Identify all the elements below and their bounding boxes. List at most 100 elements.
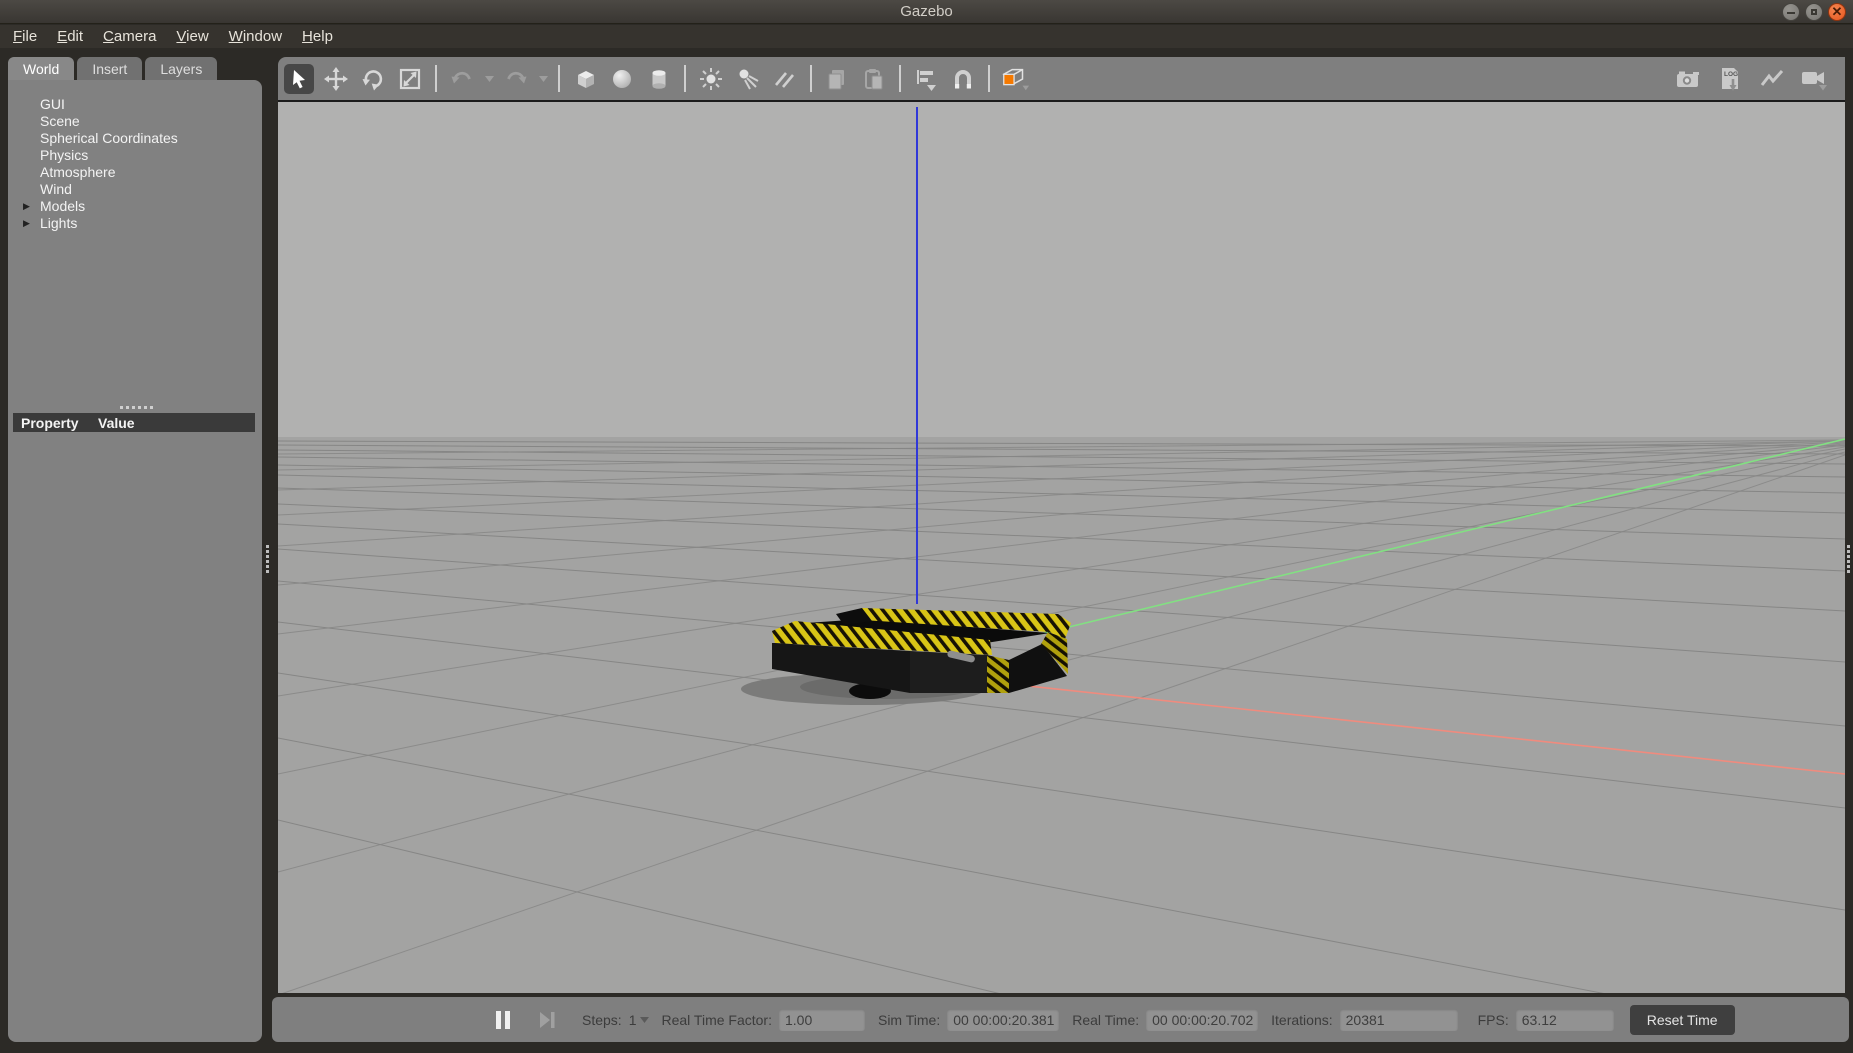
align-icon xyxy=(913,66,939,92)
plot-button[interactable] xyxy=(1757,64,1787,94)
paste-button[interactable] xyxy=(859,64,889,94)
render-canvas[interactable] xyxy=(278,100,1845,993)
insert-directional-light-button[interactable] xyxy=(770,64,800,94)
insert-sphere-button[interactable] xyxy=(607,64,637,94)
insert-spot-light-button[interactable] xyxy=(733,64,763,94)
translate-tool-button[interactable] xyxy=(321,64,351,94)
expand-arrow-icon[interactable]: ▶ xyxy=(23,198,30,215)
record-video-button[interactable] xyxy=(1799,64,1829,94)
iterations-value[interactable]: 20381 xyxy=(1340,1009,1458,1031)
align-button[interactable] xyxy=(911,64,941,94)
camera-icon xyxy=(1674,66,1702,92)
steps-value: 1 xyxy=(629,1012,637,1028)
redo-button[interactable] xyxy=(501,64,531,94)
copy-button[interactable] xyxy=(822,64,852,94)
insert-cylinder-button[interactable] xyxy=(644,64,674,94)
fps-label: FPS: xyxy=(1478,1012,1509,1028)
tree-item-label: Models xyxy=(40,198,85,214)
steps-label: Steps: xyxy=(582,1012,622,1028)
view-angle-button[interactable] xyxy=(1000,64,1030,94)
tab-world[interactable]: World xyxy=(8,57,74,80)
world-tree: GUI Scene Spherical Coordinates Physics … xyxy=(8,80,262,232)
rotate-tool-button[interactable] xyxy=(358,64,388,94)
redo-icon xyxy=(503,66,529,92)
redo-history-button[interactable] xyxy=(538,64,548,94)
tree-item-wind[interactable]: Wind xyxy=(8,181,262,198)
spot-light-icon xyxy=(735,66,761,92)
pause-icon xyxy=(495,1010,511,1030)
chevron-down-icon xyxy=(539,76,548,82)
fps-value[interactable]: 63.12 xyxy=(1516,1009,1614,1031)
undo-button[interactable] xyxy=(447,64,477,94)
menu-view[interactable]: View xyxy=(176,28,208,45)
snap-button[interactable] xyxy=(948,64,978,94)
screenshot-button[interactable] xyxy=(1673,64,1703,94)
minimize-button[interactable] xyxy=(1782,3,1800,21)
undo-history-button[interactable] xyxy=(484,64,494,94)
titlebar: Gazebo ✕ xyxy=(0,0,1853,24)
log-icon-text: LOG xyxy=(1724,71,1738,78)
cylinder-icon xyxy=(646,66,672,92)
sphere-icon xyxy=(609,66,635,92)
select-tool-button[interactable] xyxy=(284,64,314,94)
maximize-button[interactable] xyxy=(1805,3,1823,21)
expand-arrow-icon[interactable]: ▶ xyxy=(23,215,30,232)
tree-item-spherical-coordinates[interactable]: Spherical Coordinates xyxy=(8,130,262,147)
toolbar-separator xyxy=(435,65,437,92)
left-panel: World Insert Layers GUI Scene Spherical … xyxy=(8,57,262,1042)
directional-light-icon xyxy=(772,66,798,92)
iterations-label: Iterations: xyxy=(1271,1012,1332,1028)
menu-camera[interactable]: Camera xyxy=(103,28,156,45)
minimize-icon xyxy=(1787,12,1795,14)
rotate-icon xyxy=(360,66,386,92)
menu-edit[interactable]: Edit xyxy=(57,28,83,45)
panel-tabs: World Insert Layers xyxy=(8,57,262,80)
menu-file[interactable]: File xyxy=(13,28,37,45)
tree-item-scene[interactable]: Scene xyxy=(8,113,262,130)
insert-box-button[interactable] xyxy=(570,64,600,94)
log-file-icon: LOG xyxy=(1716,65,1744,93)
chevron-down-icon xyxy=(640,1017,649,1023)
right-splitter-handle[interactable] xyxy=(1847,545,1850,573)
pause-button[interactable] xyxy=(490,1007,516,1033)
world-tree-panel: GUI Scene Spherical Coordinates Physics … xyxy=(8,80,262,1042)
tab-insert[interactable]: Insert xyxy=(77,57,142,80)
tab-layers[interactable]: Layers xyxy=(145,57,217,80)
toolbar-separator xyxy=(810,65,812,92)
reset-time-button[interactable]: Reset Time xyxy=(1630,1005,1735,1035)
toolbar-separator xyxy=(684,65,686,92)
step-button[interactable] xyxy=(534,1007,560,1033)
menu-help[interactable]: Help xyxy=(302,28,333,45)
tree-item-models[interactable]: ▶ Models xyxy=(8,198,262,215)
tree-item-lights[interactable]: ▶Lights xyxy=(8,215,262,232)
translate-icon xyxy=(323,66,349,92)
tree-item-gui[interactable]: GUI xyxy=(8,96,262,113)
property-table-header: Property Value xyxy=(13,413,255,432)
paste-icon xyxy=(861,66,887,92)
left-splitter-handle[interactable] xyxy=(266,545,269,573)
close-button[interactable]: ✕ xyxy=(1828,3,1846,21)
statusbar: Steps: 1 Real Time Factor: 1.00 Sim Time… xyxy=(272,997,1849,1042)
toolbar-separator xyxy=(558,65,560,92)
magnet-icon xyxy=(950,66,976,92)
toolbar: LOG xyxy=(278,57,1845,100)
panel-splitter-handle[interactable] xyxy=(120,406,153,409)
toolbar-separator xyxy=(899,65,901,92)
steps-spinner[interactable]: 1 xyxy=(629,1012,649,1028)
robot-model[interactable] xyxy=(741,608,1071,705)
menu-window[interactable]: Window xyxy=(229,28,282,45)
step-icon xyxy=(538,1011,556,1029)
close-icon: ✕ xyxy=(1829,4,1845,20)
tree-item-physics[interactable]: Physics xyxy=(8,147,262,164)
insert-point-light-button[interactable] xyxy=(696,64,726,94)
rtf-value[interactable]: 1.00 xyxy=(779,1009,865,1031)
tree-item-atmosphere[interactable]: Atmosphere xyxy=(8,164,262,181)
point-light-icon xyxy=(698,66,724,92)
data-logger-button[interactable]: LOG xyxy=(1715,64,1745,94)
property-column-header: Property xyxy=(13,415,98,431)
sim-time-label: Sim Time: xyxy=(878,1012,940,1028)
sim-time-value[interactable]: 00 00:00:20.381 xyxy=(947,1009,1059,1031)
real-time-value[interactable]: 00 00:00:20.702 xyxy=(1146,1009,1258,1031)
scale-tool-button[interactable] xyxy=(395,64,425,94)
view-angle-cube-icon xyxy=(1000,65,1030,93)
